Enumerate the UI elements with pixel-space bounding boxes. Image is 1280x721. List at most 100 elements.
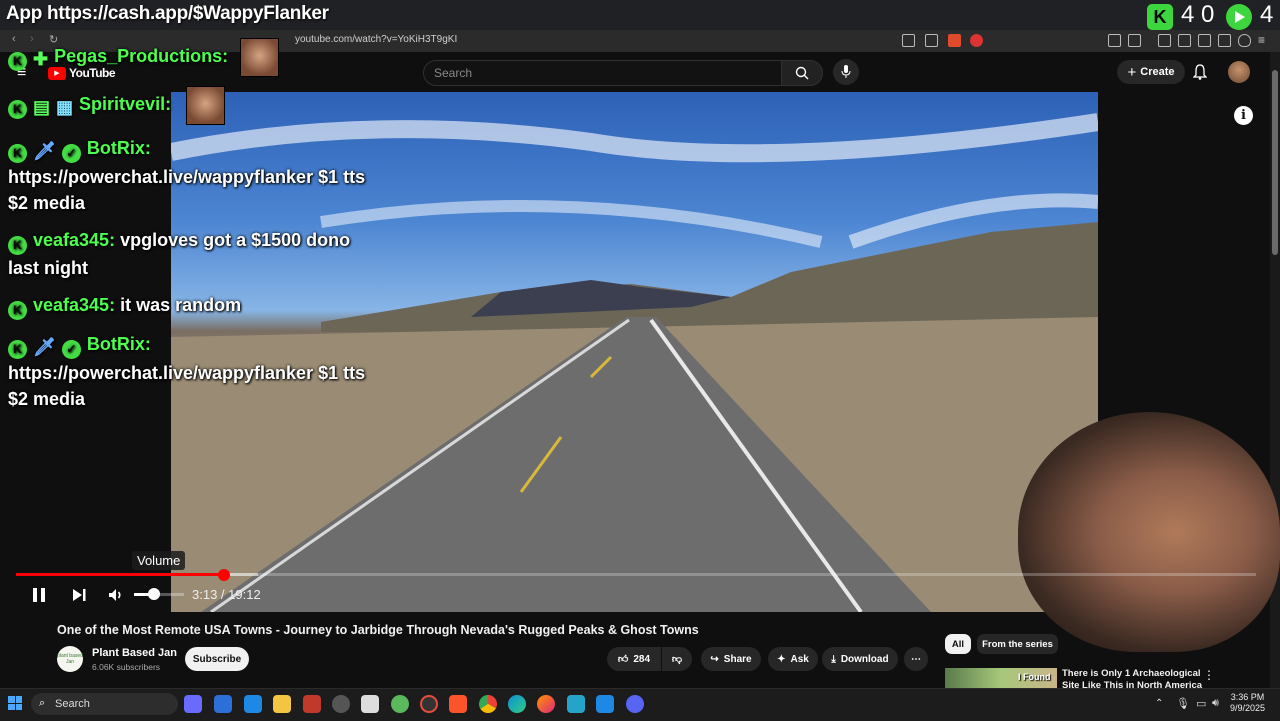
address-url[interactable]: youtube.com/watch?v=YoKiH3T9gKI: [295, 34, 457, 45]
create-label: Create: [1140, 66, 1175, 78]
skip-next-icon: [73, 589, 86, 601]
tray-chevron-icon[interactable]: ⌃: [1155, 698, 1163, 709]
taskview-app-icon[interactable]: [184, 695, 202, 713]
app-icon[interactable]: [361, 695, 379, 713]
search-button[interactable]: [781, 60, 823, 86]
download-label: Download: [840, 653, 889, 665]
taskbar-search[interactable]: [31, 693, 178, 715]
download-button[interactable]: ⤓ Download: [822, 647, 898, 671]
chat-text: it was random: [120, 295, 242, 315]
recommendation-title[interactable]: There is Only 1 Archaeological Site Like…: [1062, 668, 1212, 688]
clock-time: 3:36 PM: [1230, 692, 1265, 702]
chrome-icon[interactable]: [479, 695, 497, 713]
chat-message: K ▤ ▦ Spiritvevil:: [8, 91, 171, 120]
info-icon[interactable]: i: [1234, 106, 1253, 125]
ask-label: Ask: [790, 653, 809, 665]
chat-message: K 🗡︎ ✓ BotRix:: [8, 135, 151, 164]
volume-knob[interactable]: [148, 588, 160, 600]
firefox-icon[interactable]: [537, 695, 555, 713]
chip-from-series[interactable]: From the series: [977, 634, 1058, 654]
sparkle-badge-icon: ✚: [33, 49, 49, 69]
app-icon[interactable]: [332, 695, 350, 713]
sidebar-icon[interactable]: [1178, 34, 1191, 47]
like-button[interactable]: 👍︎ 284: [607, 647, 661, 671]
taskbar-clock[interactable]: 3:36 PM 9/9/2025: [1230, 692, 1265, 714]
channel-avatar[interactable]: plant based Jan: [57, 646, 83, 672]
share-button[interactable]: ↪ Share: [701, 647, 761, 671]
chat-text: https://powerchat.live/wappyflanker $1 t…: [8, 167, 366, 187]
cast-icon[interactable]: [902, 34, 915, 47]
next-video-button[interactable]: [70, 586, 88, 609]
extensions-icon[interactable]: [1108, 34, 1121, 47]
chat-text: last night: [8, 258, 88, 278]
app-icon[interactable]: [391, 695, 409, 713]
vscode-icon[interactable]: [596, 695, 614, 713]
kick-badge-icon: K: [8, 143, 27, 163]
chip-all[interactable]: All: [945, 634, 971, 654]
more-horizontal-icon: ⋯: [911, 653, 921, 665]
app-icon[interactable]: [420, 695, 438, 713]
chat-text: vpgloves got a $1500 dono: [120, 230, 351, 250]
thumbs-up-icon: 👍︎: [617, 654, 629, 665]
overlay-counter-b: 4: [1260, 1, 1274, 28]
notifications-bell-icon[interactable]: [1192, 64, 1208, 83]
app-icon[interactable]: [214, 695, 232, 713]
menu-icon[interactable]: ≡: [1258, 33, 1265, 47]
rumble-play-icon: [1226, 4, 1252, 30]
ask-button[interactable]: ✦ Ask: [768, 647, 818, 671]
microphone-tray-icon[interactable]: 🎙︎: [1176, 697, 1190, 710]
channel-name[interactable]: Plant Based Jan: [92, 647, 177, 659]
speaker-icon[interactable]: 🔊︎: [1212, 697, 1219, 710]
dislike-button[interactable]: 👎︎: [662, 647, 692, 671]
search-input[interactable]: [423, 60, 783, 86]
chat-text: $2 media: [8, 193, 86, 213]
more-actions-button[interactable]: ⋯: [904, 647, 928, 671]
app-icon[interactable]: [567, 695, 585, 713]
chat-username: veafa345:: [33, 295, 116, 315]
file-explorer-icon[interactable]: [273, 695, 291, 713]
chat-emote-image: [186, 86, 225, 125]
pause-button[interactable]: [30, 586, 48, 609]
subscribe-button[interactable]: Subscribe: [185, 647, 249, 671]
create-button[interactable]: + Create: [1117, 60, 1185, 84]
download-icon: ⤓: [831, 653, 836, 665]
kick-badge-icon: K: [8, 235, 27, 255]
brave-browser-icon[interactable]: [449, 695, 467, 713]
sword-badge-icon: 🗡︎: [33, 337, 56, 357]
sword-badge-icon: 🗡︎: [33, 141, 56, 161]
app-icon[interactable]: [303, 695, 321, 713]
leo-icon[interactable]: [1218, 34, 1231, 47]
brave-shield-icon[interactable]: [948, 34, 961, 47]
like-count: 284: [633, 653, 651, 665]
chat-username: Pegas_Productions:: [54, 46, 229, 66]
chat-text: $2 media: [8, 389, 86, 409]
search-placeholder: Search: [434, 66, 473, 80]
kick-badge-icon: K: [8, 300, 27, 320]
media-icon[interactable]: [1158, 34, 1171, 47]
edge-icon[interactable]: [508, 695, 526, 713]
share-page-icon[interactable]: [925, 34, 938, 47]
screenshot-icon[interactable]: [1128, 34, 1141, 47]
time-display: 3:13 / 19:12: [192, 587, 261, 602]
kick-badge-icon: K: [8, 99, 27, 119]
kick-logo-icon: K: [1147, 4, 1173, 30]
chat-message: K 🗡︎ ✓ BotRix:: [8, 331, 151, 360]
volume-icon: [109, 589, 121, 601]
vpn-icon[interactable]: [1238, 34, 1251, 47]
scrollbar-thumb[interactable]: [1272, 70, 1278, 255]
mute-button[interactable]: [107, 586, 125, 609]
wallet-icon[interactable]: [1198, 34, 1211, 47]
app-icon[interactable]: [244, 695, 262, 713]
account-avatar[interactable]: [1228, 61, 1250, 83]
discord-icon[interactable]: [626, 695, 644, 713]
progress-played: [16, 573, 225, 576]
sparkle-icon: ✦: [777, 653, 786, 665]
chat-username: veafa345:: [33, 230, 116, 250]
windows-start-icon[interactable]: [8, 696, 22, 710]
recommendation-more-icon[interactable]: ⋮: [1203, 668, 1215, 682]
network-icon[interactable]: ▭: [1196, 697, 1206, 710]
verified-badge-icon: ✓: [61, 339, 81, 359]
chat-text: https://powerchat.live/wappyflanker $1 t…: [8, 363, 366, 383]
brave-rewards-icon[interactable]: [970, 34, 983, 47]
voice-search-button[interactable]: [833, 59, 859, 85]
